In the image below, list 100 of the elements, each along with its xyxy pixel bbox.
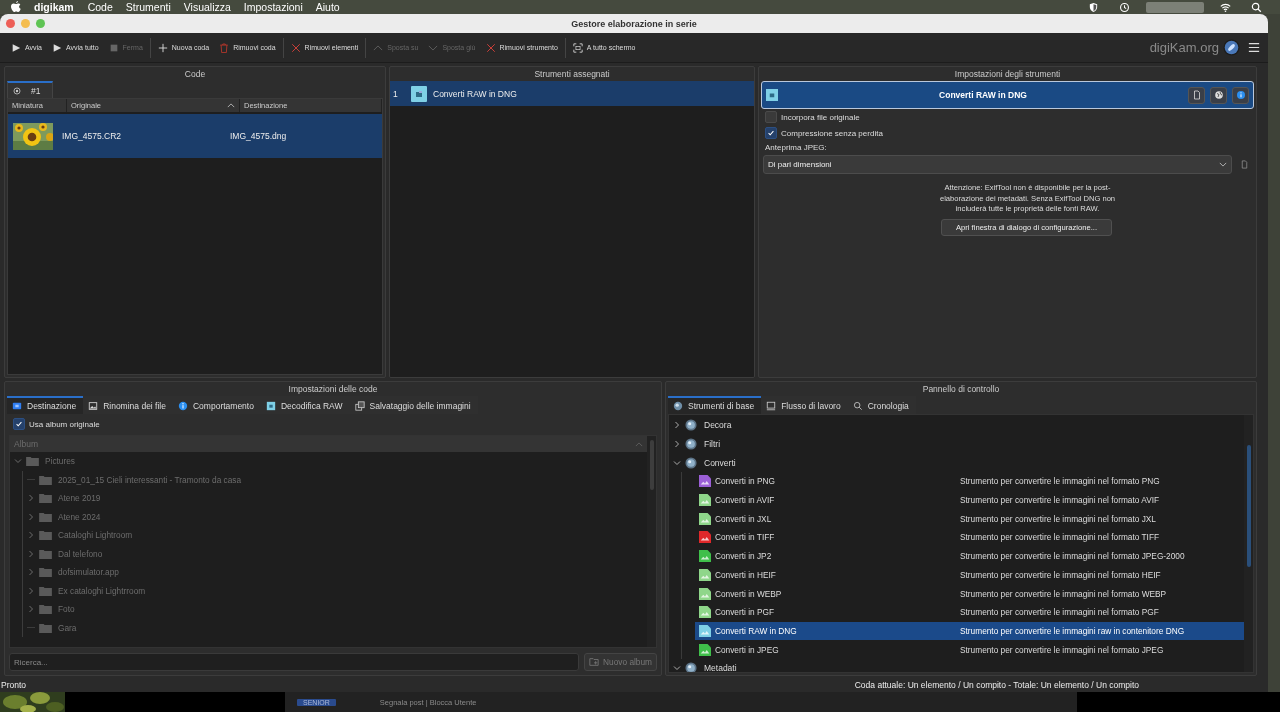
status-text: Coda attuale: Un elemento / Un compito - Totale: Un elemento / Un compito [854, 680, 1139, 690]
play-icon [11, 42, 21, 53]
stop-icon [108, 42, 119, 53]
tool-category[interactable]: Metadati [669, 658, 1244, 672]
folder-icon [39, 493, 52, 504]
tool-name: Converti RAW in DNG [433, 88, 517, 99]
lens-logo-icon [1223, 39, 1240, 56]
menu-item[interactable]: Impostazioni [243, 1, 303, 13]
chevron-icon[interactable] [27, 605, 35, 614]
shield-icon[interactable] [1088, 1, 1099, 13]
tool-row[interactable]: Converti in JP2 Strumento per convertire le immagini nel formato JPEG-2000 [695, 546, 1244, 566]
chevron-icon[interactable] [27, 531, 35, 540]
window-title: Gestore elaborazione in serie [571, 18, 697, 29]
tool-title: Converti RAW in DNG [938, 90, 1028, 100]
info-icon [1235, 90, 1246, 100]
sphere-icon [685, 662, 697, 672]
menu-icon[interactable] [1248, 42, 1260, 53]
chevron-icon[interactable] [673, 458, 681, 467]
tool-row[interactable]: Converti in JPEG Strumento per convertire le immagini nel formato JPEG [695, 640, 1244, 659]
checkbox[interactable] [765, 127, 777, 139]
tool-row[interactable]: Converti RAW in DNG Strumento per convertire le immagini raw in contenitore DNG [695, 621, 1244, 641]
panel-title: Strumenti assegnati [533, 68, 611, 81]
queue-row[interactable]: IMG_4575.CR2 IMG_4575.dng [8, 114, 382, 158]
field-label: Anteprima JPEG: [764, 142, 828, 154]
panel-title: Pannello di controllo [921, 383, 1001, 396]
close-icon [290, 42, 301, 53]
document-button[interactable] [1188, 86, 1205, 104]
sphere-icon [685, 456, 697, 469]
play-icon [52, 42, 62, 53]
close-button[interactable] [6, 19, 15, 28]
chevron-icon[interactable] [27, 586, 35, 595]
document-icon [1240, 160, 1249, 169]
folder-icon [39, 604, 52, 615]
checkbox[interactable] [13, 418, 25, 430]
folder-icon [39, 567, 52, 578]
sort-icon [227, 103, 235, 108]
folder-icon [39, 548, 52, 559]
preview-size-dropdown[interactable]: Di pari dimensioni [763, 155, 1232, 174]
chevron-icon[interactable] [27, 568, 35, 577]
folder-icon [39, 530, 52, 541]
document-icon [1191, 90, 1202, 100]
panel-title: Impostazioni degli strumenti [953, 68, 1062, 81]
search-icon[interactable] [1251, 1, 1262, 13]
menu-item[interactable]: Aiuto [315, 1, 340, 13]
row-number: 1 [392, 88, 399, 99]
apple-icon[interactable] [11, 1, 21, 13]
tool-row[interactable]: Converti in JXL Strumento per convertire le immagini nel formato JXL [695, 509, 1244, 529]
app-menu[interactable]: digikam [34, 1, 74, 13]
checkbox-label: Usa album originale [29, 419, 100, 429]
menu-item[interactable]: Code [87, 1, 113, 13]
chevron-icon[interactable] [27, 494, 35, 503]
menu-item[interactable]: Strumenti [125, 1, 171, 13]
album-icon [12, 401, 22, 411]
table-cell: IMG_4575.dng [230, 131, 287, 141]
tick-icon [15, 420, 23, 428]
menu-item[interactable]: Visualizza [183, 1, 231, 13]
tool-row[interactable]: Converti in WEBP Strumento per convertire le immagini nel formato WEBP [695, 584, 1244, 603]
panel-title: Code [183, 68, 207, 81]
checkbox[interactable] [765, 111, 777, 123]
chevron-icon[interactable] [673, 421, 681, 430]
tool-category[interactable]: Converti [669, 453, 1244, 473]
folder-icon [39, 585, 52, 596]
info-icon [178, 401, 188, 411]
chevron-icon[interactable] [27, 512, 35, 521]
checkbox-label: Incorpora file originale [781, 112, 860, 122]
zoom-button[interactable] [36, 19, 45, 28]
chevron-icon[interactable] [27, 549, 35, 558]
sort-icon [635, 441, 643, 447]
tool-row[interactable]: Converti in PGF Strumento per convertire le immagini nel formato PGF [695, 602, 1244, 622]
info-button[interactable] [1232, 86, 1249, 104]
tool-row[interactable]: Converti in TIFF Strumento per convertire le immagini nel formato TIFF [695, 528, 1244, 547]
folder-icon [26, 456, 39, 467]
scrollbar-thumb[interactable] [1246, 445, 1251, 567]
tool-row[interactable]: Converti in PNG Strumento per convertire le immagini nel formato PNG [695, 472, 1244, 491]
search-field[interactable]: Ricerca... [9, 653, 580, 671]
raw-file-icon [766, 89, 778, 101]
chevron-icon[interactable] [673, 440, 681, 449]
tool-category[interactable]: Decora [669, 416, 1244, 435]
tool-row[interactable]: Converti in HEIF Strumento per convertire le immagini nel formato HEIF [695, 565, 1244, 585]
chevron-icon[interactable] [673, 664, 681, 672]
close-icon [485, 42, 496, 53]
sphere-icon [685, 438, 697, 451]
checkbox-label: Compressione senza perdita [781, 128, 883, 138]
chevron-down-icon [1219, 162, 1227, 167]
sphere-icon [685, 419, 697, 432]
wifi-icon[interactable] [1220, 1, 1231, 13]
fullscreen-icon [572, 42, 583, 53]
folder-icon [39, 511, 52, 522]
raw-file-icon [265, 401, 276, 411]
tool-category[interactable]: Filtri [669, 434, 1244, 454]
control-tab[interactable]: Strumenti di base [668, 396, 762, 414]
globe-button[interactable] [1210, 86, 1227, 104]
history-icon[interactable] [1119, 1, 1130, 13]
folder-icon [39, 474, 52, 485]
settings-tab[interactable]: Destinazione [7, 396, 84, 414]
tool-row[interactable]: Converti in AVIF Strumento per convertire le immagini nel formato AVIF [695, 490, 1244, 510]
blurred-status-item [1146, 1, 1204, 13]
assigned-tool-row[interactable]: 1 Converti RAW in DNG [390, 81, 754, 106]
table-cell: IMG_4575.CR2 [62, 131, 122, 141]
queue-tab[interactable]: #1 [7, 81, 54, 98]
